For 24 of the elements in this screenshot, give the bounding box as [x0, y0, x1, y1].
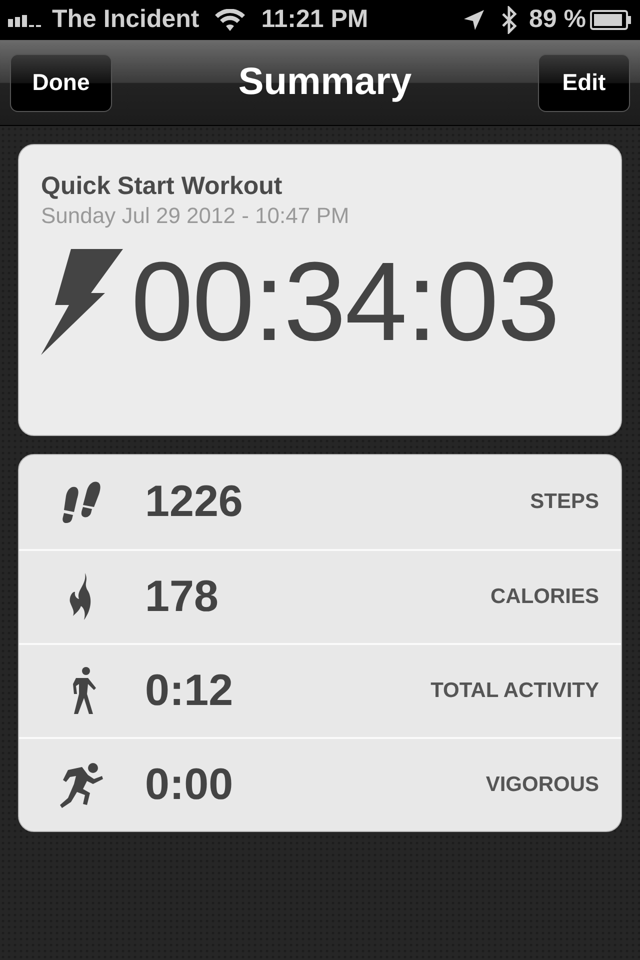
done-button[interactable]: Done [10, 54, 112, 112]
workout-date: Sunday Jul 29 2012 - 10:47 PM [41, 202, 350, 230]
workout-duration: 00:34:03 [131, 246, 559, 358]
stat-value: 1226 [145, 476, 243, 528]
location-arrow-icon [463, 9, 486, 31]
wifi-icon [215, 9, 246, 31]
stat-value: 178 [145, 571, 218, 623]
carrier-name: The Incident [52, 4, 200, 36]
stat-label: VIGOROUS [486, 772, 599, 798]
battery-icon [590, 10, 632, 30]
bluetooth-icon [501, 6, 518, 34]
lightning-bolt-icon [41, 248, 123, 355]
stat-label: STEPS [530, 489, 599, 516]
screen-title: Summary [238, 60, 412, 105]
clock: 11:21 PM [261, 4, 368, 36]
signal-icon [8, 13, 44, 27]
running-person-icon [58, 760, 106, 810]
workout-title: Quick Start Workout [41, 171, 284, 202]
stat-value: 0:12 [145, 665, 234, 717]
edit-button[interactable]: Edit [538, 54, 630, 112]
battery-percent: 89 % [529, 4, 586, 36]
stat-value: 0:00 [145, 759, 234, 811]
stat-label: TOTAL ACTIVITY [430, 678, 599, 704]
stat-label: CALORIES [490, 584, 599, 610]
